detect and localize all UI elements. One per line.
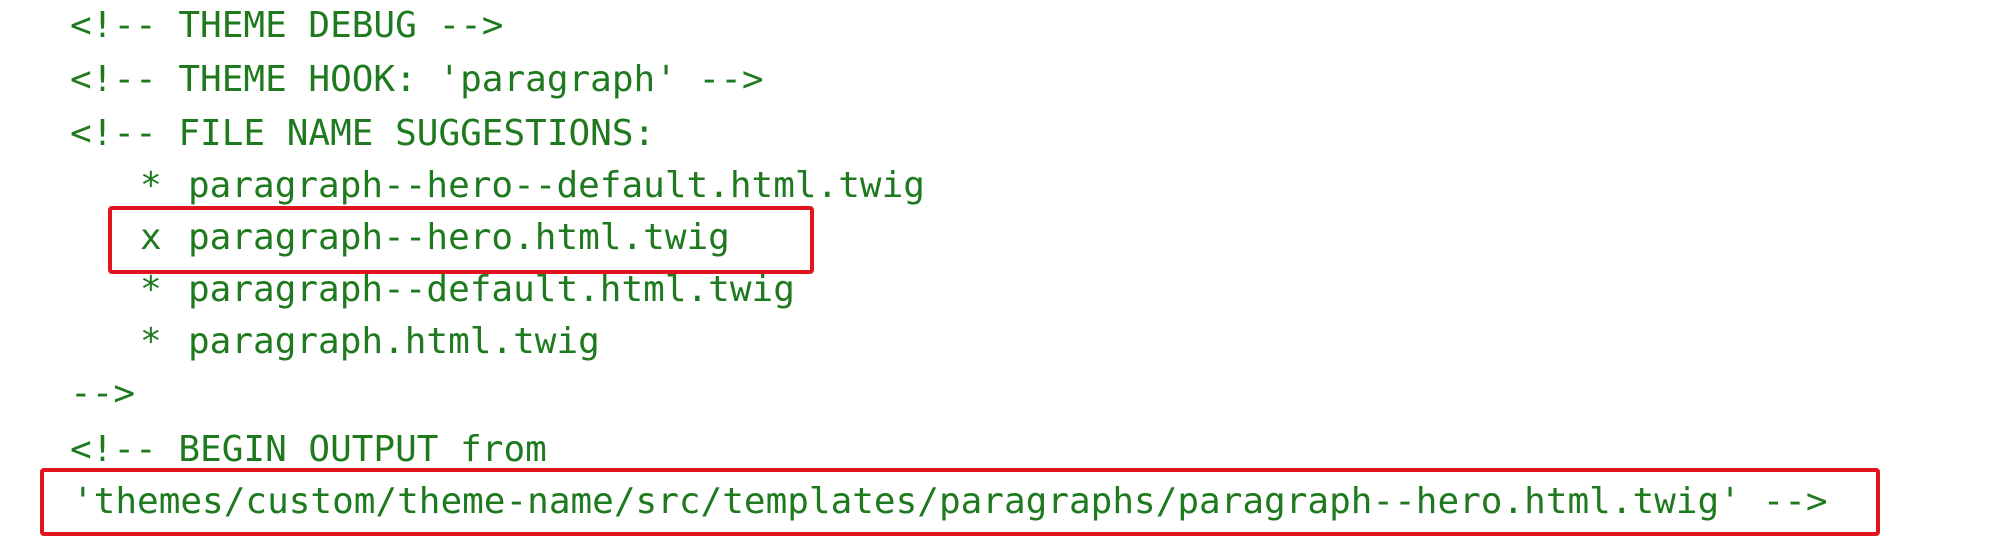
suggestion-filename: paragraph--default.html.twig [188, 269, 795, 310]
suggestion-line: * paragraph--hero--default.html.twig [0, 160, 925, 212]
suggestion-marker: * [140, 165, 162, 206]
suggestion-marker: * [140, 321, 162, 362]
code-view: <!-- THEME DEBUG --> <!-- THEME HOOK: 'p… [0, 0, 2012, 544]
code-line-partial [70, 530, 757, 560]
code-line-theme-debug: <!-- THEME DEBUG --> [70, 5, 504, 46]
suggestion-filename: paragraph--hero--default.html.twig [188, 165, 925, 206]
suggestion-line: * paragraph.html.twig [0, 316, 600, 368]
code-line-theme-hook: <!-- THEME HOOK: 'paragraph' --> [70, 59, 764, 100]
highlight-box-selected-suggestion [108, 206, 814, 274]
code-line-comment-close: --> [70, 373, 136, 414]
code-line-file-name-suggestions: <!-- FILE NAME SUGGESTIONS: [70, 113, 656, 154]
highlight-box-template-path [40, 468, 1880, 536]
suggestion-filename: paragraph.html.twig [188, 321, 600, 362]
